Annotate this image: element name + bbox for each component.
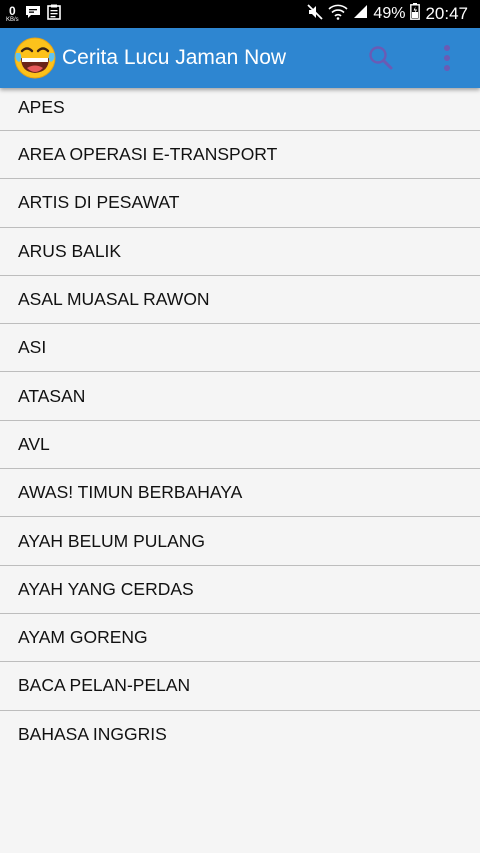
app-title: Cerita Lucu Jaman Now (62, 46, 287, 69)
app-bar: Cerita Lucu Jaman Now (0, 28, 480, 88)
overflow-menu-icon[interactable] (432, 42, 462, 74)
story-list: APES AREA OPERASI E-TRANSPORT ARTIS DI P… (0, 88, 480, 759)
network-speed: 0 KB/s (6, 5, 19, 23)
list-item[interactable]: ASAL MUASAL RAWON (0, 276, 480, 325)
list-item[interactable]: AYAH BELUM PULANG (0, 517, 480, 566)
list-item[interactable]: BACA PELAN-PELAN (0, 662, 480, 711)
status-bar: 0 KB/s 49% 20:47 (0, 0, 480, 28)
network-speed-value: 0 (8, 4, 16, 18)
battery-percentage: 49% (373, 5, 406, 22)
clock: 20:47 (425, 4, 468, 23)
wifi-icon (328, 4, 348, 25)
list-item[interactable]: AREA OPERASI E-TRANSPORT (0, 131, 480, 180)
battery-icon (410, 3, 421, 25)
list-item[interactable]: ARTIS DI PESAWAT (0, 179, 480, 228)
search-icon[interactable] (366, 43, 396, 73)
list-item[interactable]: APES (0, 88, 480, 131)
list-item[interactable]: AYAH YANG CERDAS (0, 566, 480, 614)
list-item[interactable]: ASI (0, 324, 480, 373)
mute-icon (307, 3, 324, 25)
list-item[interactable]: ARUS BALIK (0, 228, 480, 276)
list-item[interactable]: BAHASA INGGRIS (0, 711, 480, 759)
network-speed-unit: KB/s (6, 17, 19, 23)
list-item[interactable]: AVL (0, 421, 480, 470)
chat-notification-icon (25, 5, 41, 24)
status-bar-left: 0 KB/s (6, 0, 61, 28)
status-bar-right: 49% 20:47 (307, 0, 468, 28)
laughing-emoji-icon (13, 36, 57, 80)
list-item[interactable]: ATASAN (0, 372, 480, 421)
clipboard-notification-icon (46, 4, 61, 25)
signal-icon (353, 4, 368, 24)
list-item[interactable]: AYAM GORENG (0, 614, 480, 663)
list-item[interactable]: AWAS! TIMUN BERBAHAYA (0, 469, 480, 518)
